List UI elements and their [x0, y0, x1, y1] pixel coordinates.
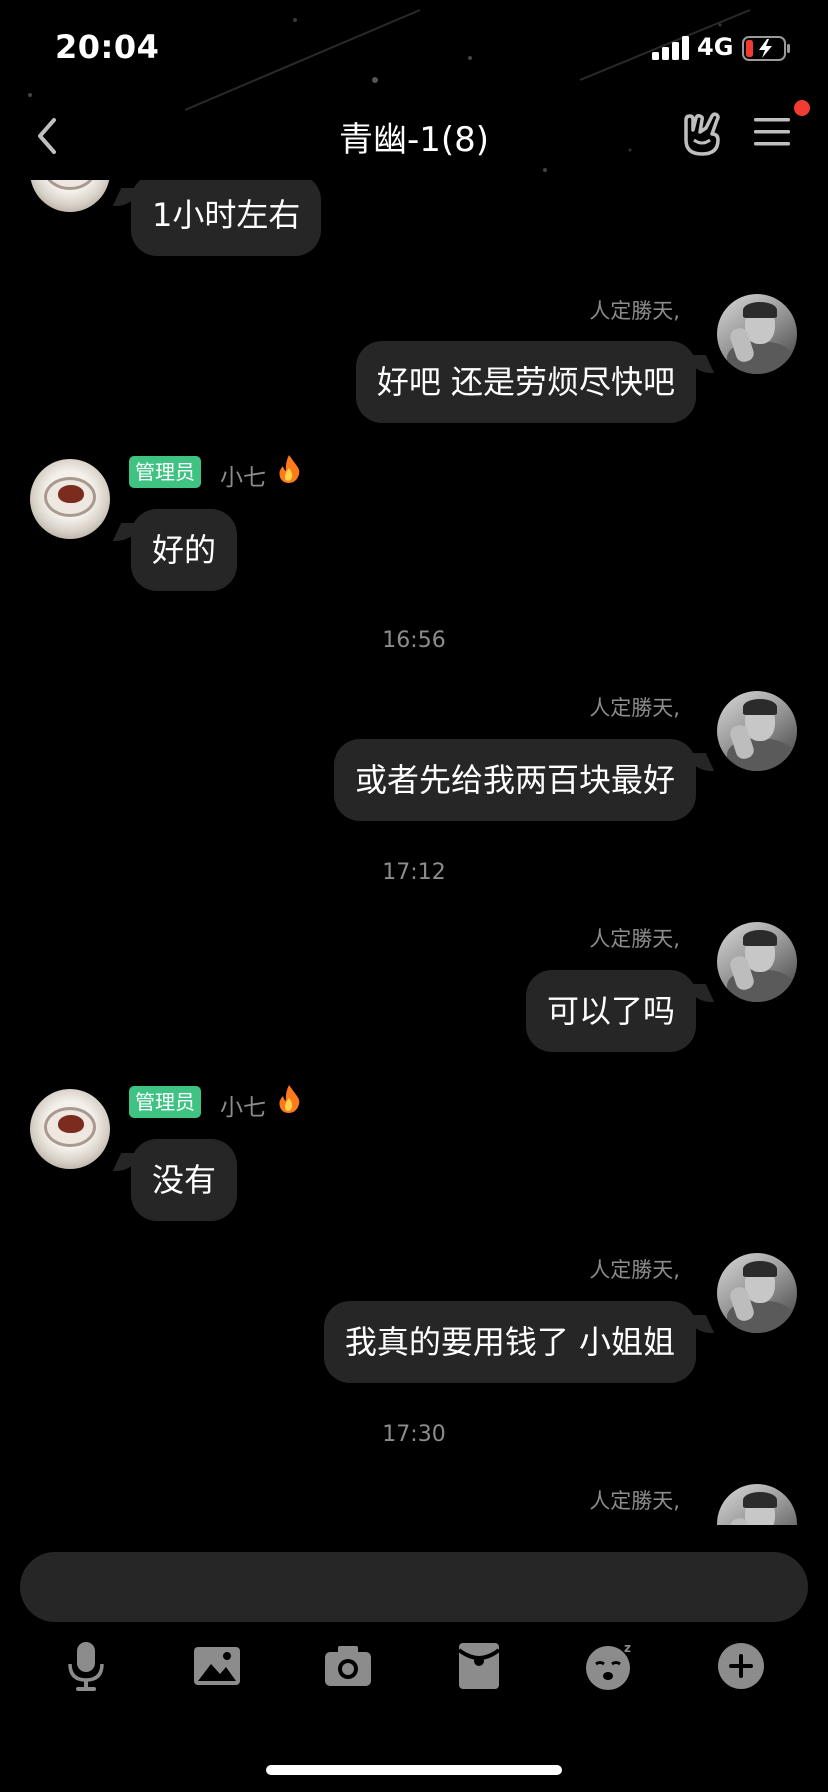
cellular-signal-icon — [652, 36, 689, 60]
status-time: 20:04 — [55, 28, 160, 66]
avatar[interactable] — [717, 1484, 797, 1525]
message-bubble[interactable]: 可以了吗 — [525, 970, 696, 1052]
plus-icon[interactable] — [715, 1640, 767, 1692]
message-bubble[interactable]: 好的 — [131, 509, 238, 591]
timestamp: 16:56 — [382, 628, 446, 653]
sender-name: 人定勝天, — [589, 1258, 680, 1282]
avatar[interactable] — [717, 922, 797, 1002]
menu-icon[interactable] — [752, 114, 792, 150]
network-type: 4G — [697, 33, 734, 61]
message-input[interactable] — [20, 1552, 808, 1622]
sender-name: 人定勝天, — [589, 927, 680, 951]
timestamp: 17:30 — [382, 1422, 446, 1447]
message-bubble[interactable]: 没有 — [131, 1139, 238, 1221]
home-indicator[interactable] — [266, 1765, 562, 1775]
message-bubble[interactable]: 好吧 还是劳烦尽快吧 — [355, 341, 696, 423]
image-icon[interactable] — [191, 1640, 243, 1692]
message-bubble[interactable]: 或者先给我两百块最好 — [333, 739, 696, 821]
avatar[interactable] — [717, 1253, 797, 1333]
avatar[interactable] — [30, 180, 110, 212]
camera-icon[interactable] — [322, 1640, 374, 1692]
fire-icon — [279, 455, 300, 483]
status-bar: 20:04 4G — [0, 0, 828, 100]
avatar[interactable] — [717, 294, 797, 374]
microphone-icon[interactable] — [60, 1640, 112, 1692]
emoji-icon[interactable]: z — [584, 1640, 636, 1692]
sender-name: 小七 — [220, 465, 266, 491]
timestamp: 17:12 — [382, 860, 446, 885]
fire-icon — [279, 1085, 300, 1113]
hand-gesture-icon[interactable] — [680, 110, 724, 158]
notification-dot — [794, 100, 810, 116]
sender-name: 人定勝天, — [589, 696, 680, 720]
battery-charging-icon — [742, 36, 790, 61]
avatar[interactable] — [30, 1089, 110, 1169]
message-bubble[interactable]: 我真的要用钱了 小姐姐 — [323, 1301, 696, 1383]
avatar[interactable] — [717, 691, 797, 771]
svg-text:z: z — [624, 1641, 631, 1655]
admin-badge: 管理员 — [129, 1086, 201, 1118]
sender-name: 人定勝天, — [589, 1489, 680, 1513]
chat-header: 青幽-1(8) — [0, 100, 828, 180]
message-list[interactable]: 1小时左右 人定勝天, 好吧 还是劳烦尽快吧 管理员 小七 好的 16:56 人… — [0, 180, 828, 1525]
input-toolbar: z — [0, 1640, 828, 1704]
sender-name: 人定勝天, — [589, 299, 680, 323]
sender-name: 小七 — [220, 1095, 266, 1121]
message-bubble[interactable]: 1小时左右 — [131, 180, 322, 256]
admin-badge: 管理员 — [129, 456, 201, 488]
red-packet-icon[interactable] — [453, 1640, 505, 1692]
avatar[interactable] — [30, 459, 110, 539]
